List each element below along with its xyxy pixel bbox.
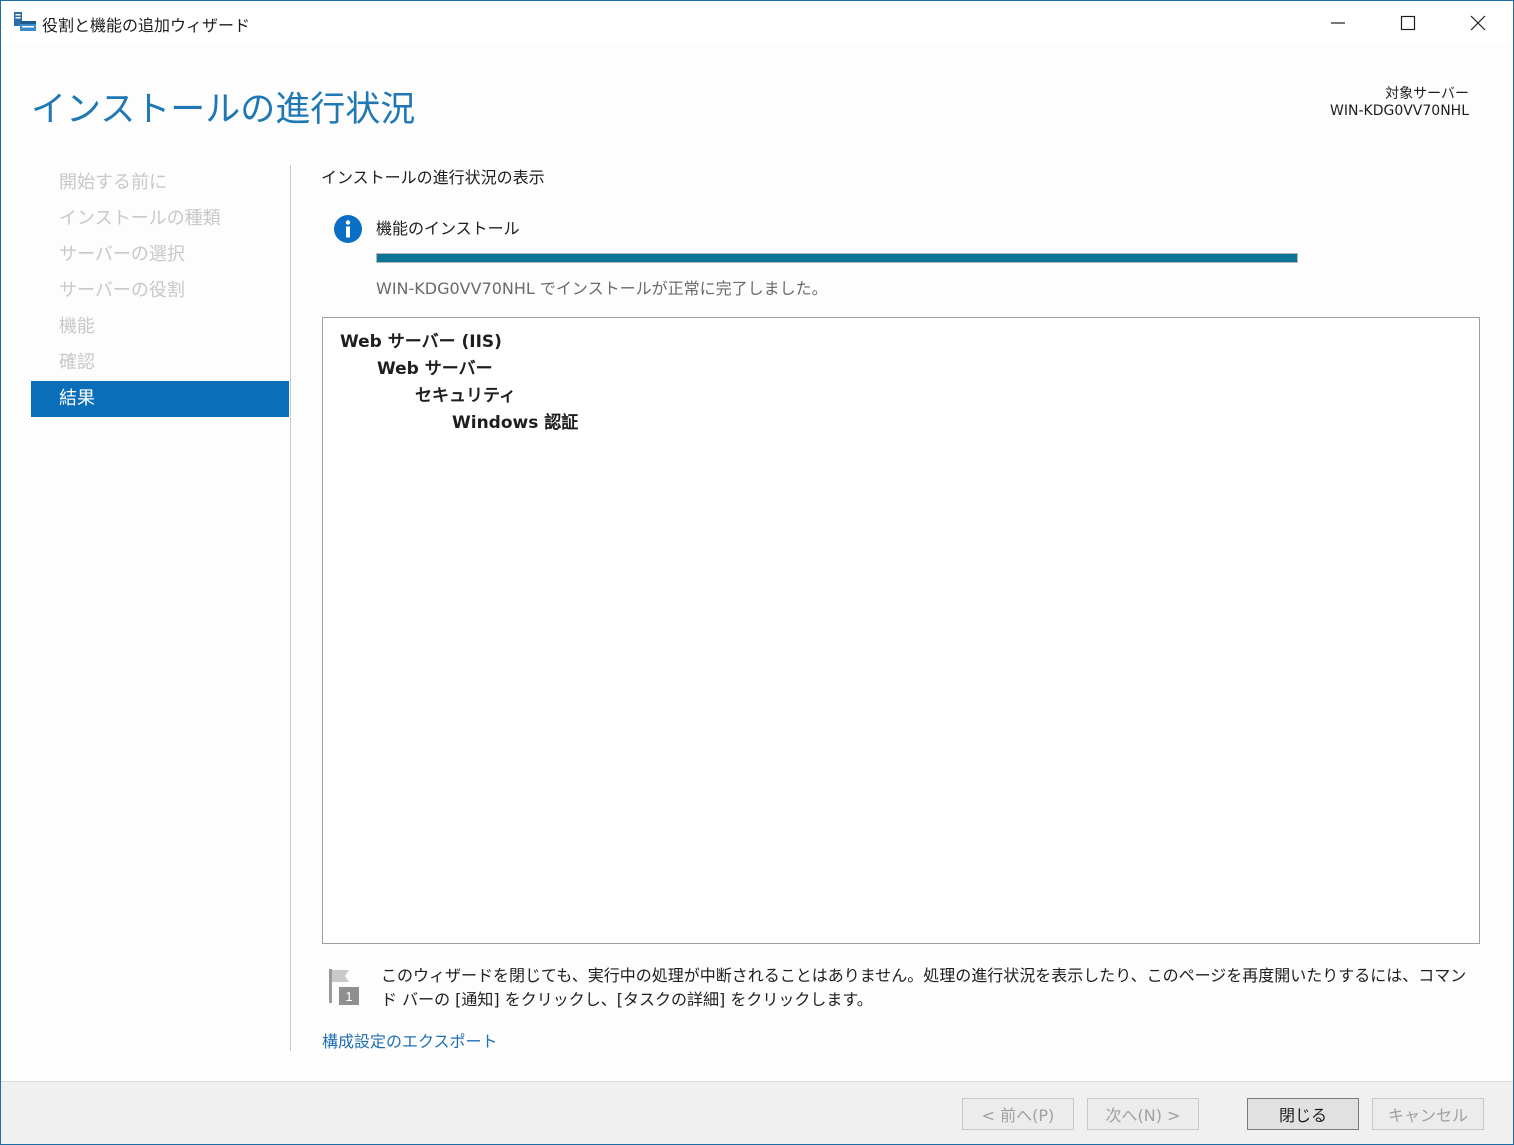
progress-fill <box>377 254 1297 262</box>
sidebar-divider <box>290 165 291 1051</box>
install-progress-bar <box>376 253 1298 263</box>
sidebar-item-installation-type: インストールの種類 <box>59 208 221 229</box>
minimize-icon <box>1331 22 1345 24</box>
sidebar-item-server-selection: サーバーの選択 <box>59 244 185 265</box>
title-bar[interactable]: 役割と機能の追加ウィザード <box>1 1 1513 45</box>
results-panel[interactable]: Web サーバー (IIS) Web サーバー セキュリティ Windows 認… <box>322 317 1480 944</box>
sidebar-item-before-you-begin: 開始する前に <box>59 172 167 193</box>
server-manager-icon <box>14 12 36 31</box>
previous-button[interactable]: < 前へ(P) <box>962 1098 1074 1130</box>
window-title: 役割と機能の追加ウィザード <box>42 16 251 35</box>
sidebar-item-confirmation: 確認 <box>59 352 95 373</box>
maximize-button[interactable] <box>1373 1 1443 45</box>
sidebar-item-features: 機能 <box>59 316 95 337</box>
notification-flag-icon: 1 <box>329 969 359 1005</box>
section-title: インストールの進行状況の表示 <box>321 168 545 187</box>
wizard-window: 役割と機能の追加ウィザード インストールの進行状況 対象サーバー WIN-KDG… <box>0 0 1514 1145</box>
notification-badge: 1 <box>345 989 352 1004</box>
close-button[interactable]: 閉じる <box>1247 1098 1359 1130</box>
page-title: インストールの進行状況 <box>31 90 416 130</box>
tree-item-web-server-iis: Web サーバー (IIS) <box>340 332 502 352</box>
close-icon <box>1470 15 1486 31</box>
tree-item-windows-auth: Windows 認証 <box>452 413 579 433</box>
wizard-steps-sidebar: 開始する前に インストールの種類 サーバーの選択 サーバーの役割 機能 確認 結… <box>31 165 289 417</box>
target-server-label: 対象サーバー <box>1385 86 1469 102</box>
minimize-button[interactable] <box>1303 1 1373 45</box>
next-button[interactable]: 次へ(N) > <box>1087 1098 1199 1130</box>
tree-item-web-server: Web サーバー <box>377 359 493 379</box>
sidebar-item-results[interactable]: 結果 <box>31 381 289 417</box>
close-window-button[interactable] <box>1443 1 1513 45</box>
export-configuration-link[interactable]: 構成設定のエクスポート <box>322 1028 498 1052</box>
feature-install-label: 機能のインストール <box>376 219 520 238</box>
sidebar-item-server-roles: サーバーの役割 <box>59 280 185 301</box>
wizard-footer: < 前へ(P) 次へ(N) > 閉じる キャンセル <box>1 1081 1513 1144</box>
install-status-message: WIN-KDG0VV70NHL でインストールが正常に完了しました。 <box>376 279 828 298</box>
tree-item-security: セキュリティ <box>415 386 516 406</box>
target-server-name: WIN-KDG0VV70NHL <box>1330 103 1469 119</box>
wizard-close-note: このウィザードを閉じても、実行中の処理が中断されることはありません。処理の進行状… <box>381 966 1467 1009</box>
cancel-button[interactable]: キャンセル <box>1372 1098 1484 1130</box>
maximize-icon <box>1400 15 1416 31</box>
info-icon <box>334 215 362 243</box>
